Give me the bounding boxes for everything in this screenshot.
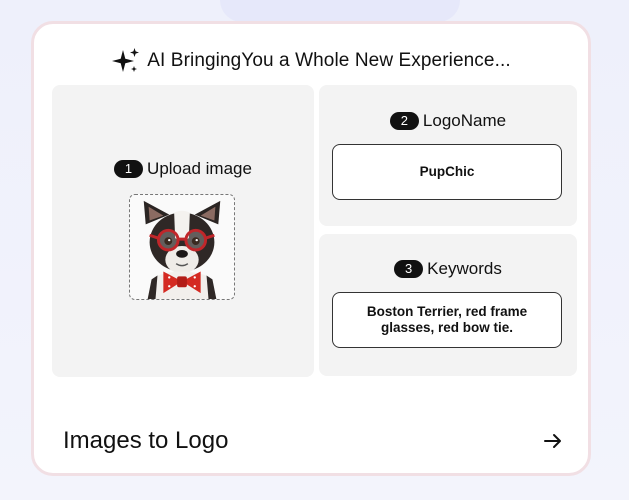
keywords-panel: 3 Keywords Boston Terrier, red frame gla… <box>319 234 577 376</box>
logo-name-input[interactable]: PupChic <box>332 144 562 200</box>
generator-card: AI BringingYou a Whole New Experience...… <box>31 21 591 476</box>
logo-name-panel: 2 LogoName PupChic <box>319 85 577 226</box>
logo-label-text: LogoName <box>422 111 507 130</box>
footer-title: Images to Logo <box>63 427 229 454</box>
upload-panel: 1 Upload image <box>52 85 314 377</box>
upload-label-text: Upload image <box>147 159 252 178</box>
step-badge-2: 2 <box>389 112 419 130</box>
arrow-right-icon <box>544 434 561 448</box>
logo-step-label: 2 LogoName <box>319 111 577 131</box>
upload-dropzone[interactable] <box>129 194 235 300</box>
keywords-label-text: Keywords <box>427 259 502 278</box>
card-header: AI BringingYou a Whole New Experience... <box>34 46 588 76</box>
generate-button[interactable] <box>540 428 566 454</box>
keywords-step-label: 3 Keywords <box>319 259 577 279</box>
upload-step-label: 1 Upload image <box>52 159 314 179</box>
step-badge-1: 1 <box>114 160 144 178</box>
sparkle-icon <box>112 48 140 72</box>
top-glow <box>220 0 460 22</box>
step-badge-3: 3 <box>394 260 424 278</box>
header-title: AI BringingYou a Whole New Experience... <box>147 50 511 71</box>
keywords-input[interactable]: Boston Terrier, red frame glasses, red b… <box>332 292 562 348</box>
uploaded-dog-image <box>143 200 221 299</box>
